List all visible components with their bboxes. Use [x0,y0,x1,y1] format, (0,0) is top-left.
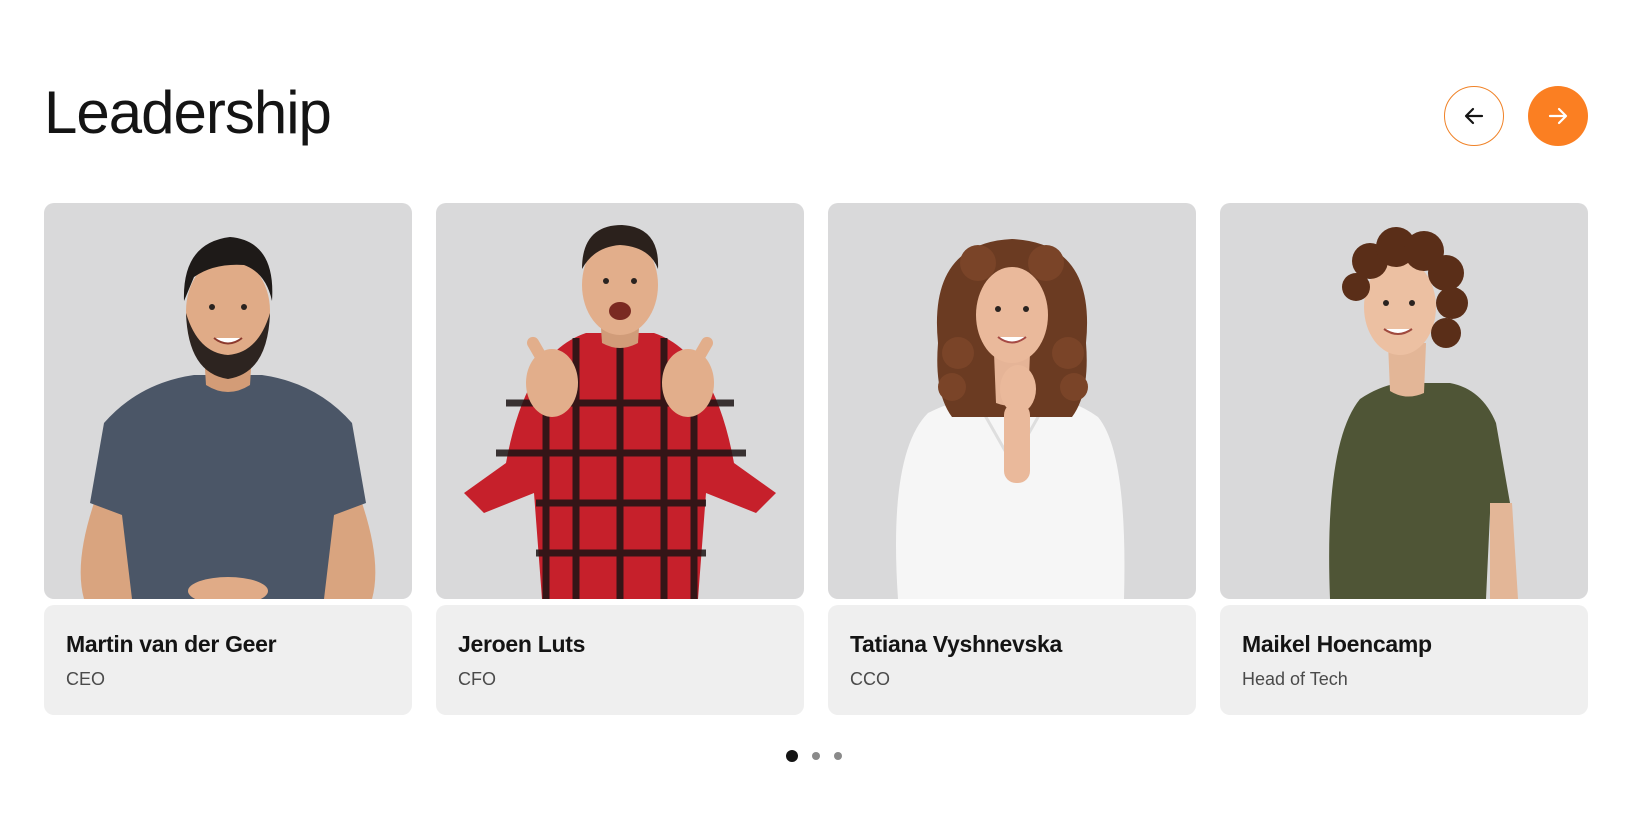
arrow-right-icon [1548,107,1568,125]
team-member-name: Martin van der Geer [66,631,277,657]
team-card-info: Martin van der Geer CEO [44,605,412,715]
arrow-left-icon [1464,107,1484,125]
team-member-name: Tatiana Vyshnevska [850,631,1062,657]
team-member-photo [828,203,1196,599]
team-member-role: CFO [458,669,496,689]
team-card[interactable]: Tatiana Vyshnevska CCO [828,203,1196,715]
team-member-name: Maikel Hoencamp [1242,631,1432,657]
team-card[interactable]: Jeroen Luts CFO [436,203,804,715]
team-member-photo [436,203,804,599]
team-member-role: Head of Tech [1242,669,1348,689]
team-carousel: Martin van der Geer CEO Jeroen Luts CFO … [44,203,1588,715]
team-card-info: Maikel Hoencamp Head of Tech [1220,605,1588,715]
team-member-photo [44,203,412,599]
team-member-photo [1220,203,1588,599]
team-card-info: Tatiana Vyshnevska CCO [828,605,1196,715]
team-card-info: Jeroen Luts CFO [436,605,804,715]
section-title: Leadership [44,79,332,146]
carousel-pagination [786,750,842,762]
team-member-role: CCO [850,669,890,689]
leadership-section: Leadership Martin van der Geer CEO Jeroe… [0,0,1628,834]
pagination-dot-2[interactable] [812,752,820,760]
pagination-dot-1[interactable] [786,750,798,762]
team-member-name: Jeroen Luts [458,631,586,657]
team-card[interactable]: Martin van der Geer CEO [44,203,412,715]
team-member-role: CEO [66,669,106,689]
pagination-dot-3[interactable] [834,752,842,760]
next-button[interactable] [1528,86,1588,146]
previous-button[interactable] [1444,86,1504,146]
team-card[interactable]: Maikel Hoencamp Head of Tech [1220,203,1588,715]
